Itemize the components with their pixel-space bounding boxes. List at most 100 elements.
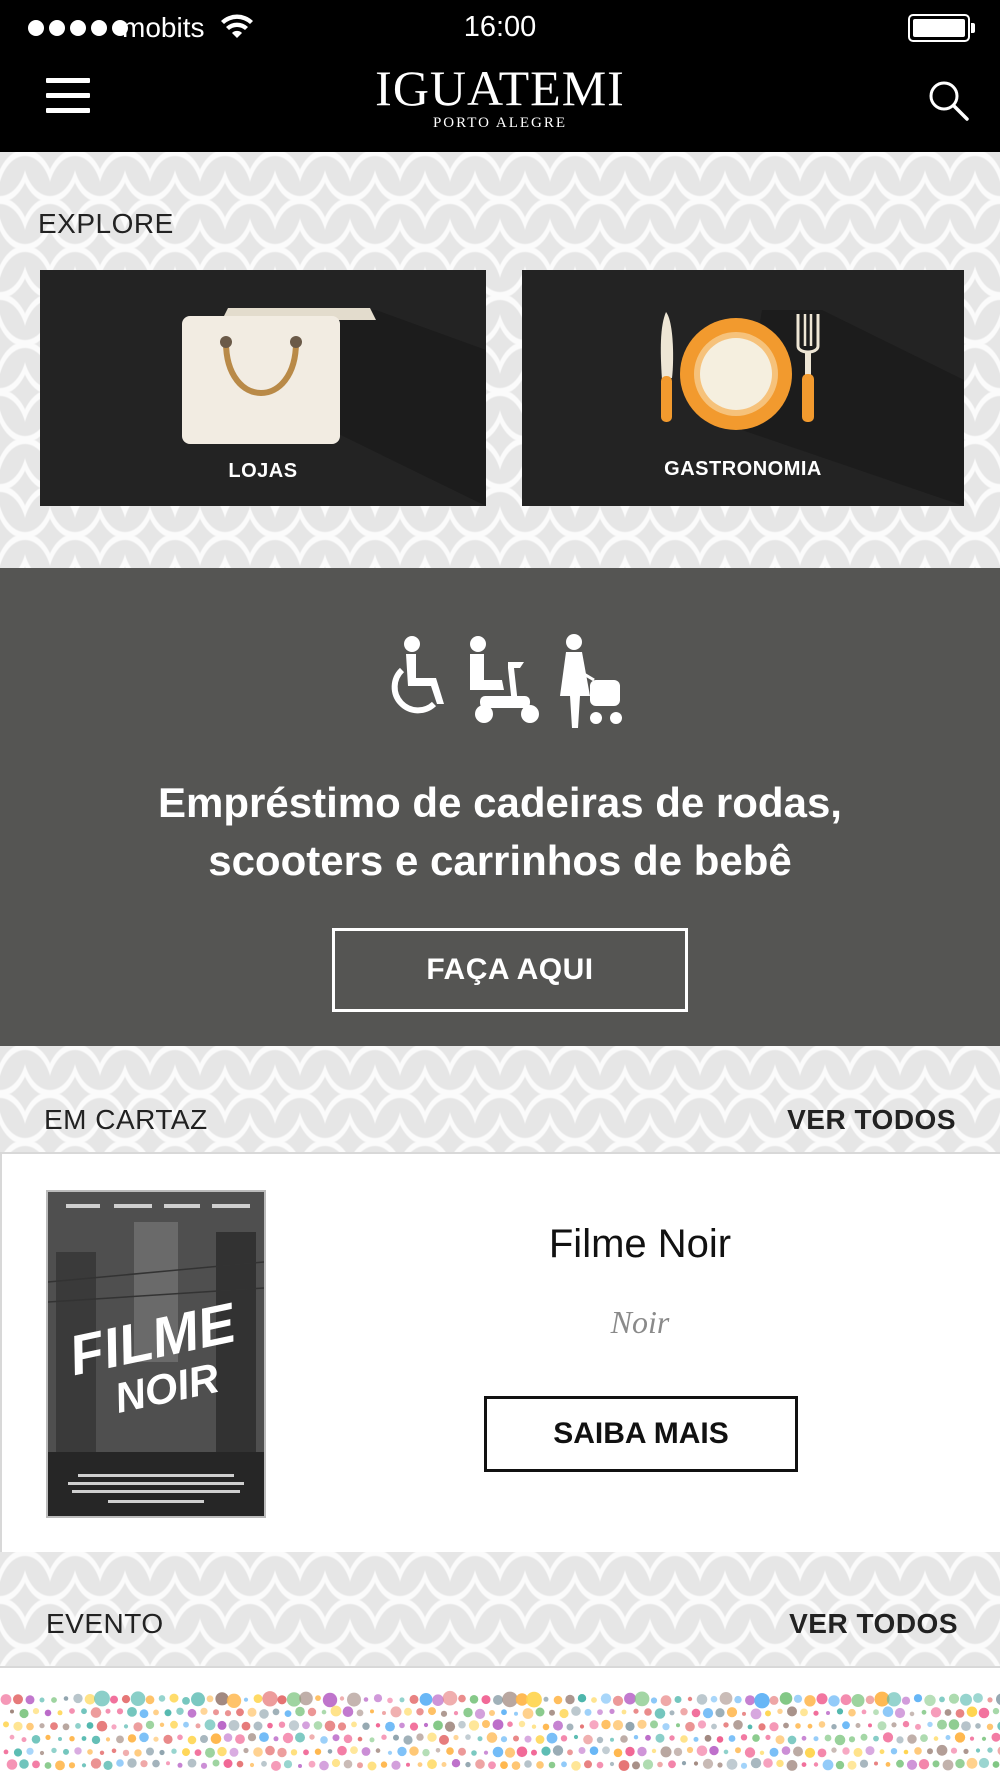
wheelchair-icon <box>395 636 444 710</box>
confetti-dot <box>963 1749 968 1754</box>
confetti-dot <box>866 1746 875 1755</box>
confetti-dot <box>442 1762 447 1767</box>
confetti-dot <box>235 1734 245 1744</box>
confetti-dot <box>433 1721 443 1731</box>
confetti-dot <box>591 1697 597 1703</box>
confetti-dot <box>613 1720 623 1730</box>
confetti-dot <box>92 1736 100 1744</box>
confetti-dot <box>613 1696 623 1706</box>
gastronomia-tile[interactable]: GASTRONOMIA <box>522 270 964 506</box>
mobility-scooter-icon <box>470 636 539 723</box>
confetti-dot <box>134 1749 141 1756</box>
confetti-dot <box>777 1709 782 1714</box>
confetti-dot <box>40 1698 45 1703</box>
confetti-dot <box>620 1735 628 1743</box>
confetti-dot <box>63 1749 69 1755</box>
confetti-dot <box>914 1694 922 1702</box>
confetti-dot <box>127 1758 136 1767</box>
confetti-dot <box>589 1720 598 1729</box>
confetti-dot <box>285 1710 292 1717</box>
confetti-dot <box>248 1708 257 1717</box>
confetti-dot <box>609 1709 614 1714</box>
confetti-dot <box>308 1708 316 1716</box>
confetti-dot <box>657 1762 663 1768</box>
confetti-dot <box>85 1694 96 1705</box>
em-cartaz-ver-todos-link[interactable]: VER TODOS <box>787 1104 956 1136</box>
confetti-dot <box>705 1735 712 1742</box>
confetti-dot <box>961 1721 971 1731</box>
confetti-dot <box>814 1736 819 1741</box>
confetti-dot <box>982 1737 986 1741</box>
confetti-dot <box>410 1723 418 1731</box>
confetti-dot <box>703 1708 713 1718</box>
confetti-dot <box>655 1708 666 1719</box>
confetti-dot <box>583 1735 593 1745</box>
evento-title: EVENTO <box>46 1608 164 1640</box>
confetti-dot <box>685 1722 695 1732</box>
confetti-dot <box>69 1736 74 1741</box>
confetti-dot <box>146 1695 155 1704</box>
confetti-dot <box>547 1733 558 1744</box>
confetti-dot <box>10 1710 14 1714</box>
confetti-dot <box>205 1719 216 1730</box>
confetti-dot <box>878 1721 887 1730</box>
confetti-dot <box>87 1749 93 1755</box>
confetti-dot <box>934 1736 939 1741</box>
confetti-dot <box>883 1706 894 1717</box>
confetti-dot <box>333 1734 340 1741</box>
confetti-dot <box>166 1761 170 1765</box>
confetti-dot <box>404 1708 412 1716</box>
movie-card: FILME NOIR Filme Noir Noir SAIBA MAIS <box>0 1152 1000 1554</box>
confetti-dot <box>139 1733 149 1743</box>
lojas-tile[interactable]: LOJAS <box>40 270 486 506</box>
confetti-dot <box>823 1760 834 1771</box>
confetti-dot <box>635 1692 650 1707</box>
confetti-dot <box>200 1708 207 1715</box>
confetti-dot <box>674 1748 682 1756</box>
confetti-dot <box>625 1722 634 1731</box>
confetti-dot <box>873 1736 879 1742</box>
lojas-label: LOJAS <box>40 460 486 483</box>
confetti-dot <box>493 1747 504 1758</box>
confetti-dot <box>362 1723 369 1730</box>
confetti-dot <box>720 1692 733 1705</box>
confetti-dot <box>507 1721 513 1727</box>
evento-ver-todos-link[interactable]: VER TODOS <box>789 1608 958 1640</box>
confetti-dot <box>723 1722 728 1727</box>
confetti-dot <box>544 1697 549 1702</box>
confetti-dot <box>692 1709 701 1718</box>
confetti-dot <box>493 1719 504 1730</box>
confetti-dot <box>513 1736 519 1742</box>
confetti-dot <box>284 1760 292 1768</box>
confetti-dot <box>19 1759 29 1769</box>
confetti-dot <box>146 1748 154 1756</box>
confetti-dot <box>661 1695 672 1706</box>
confetti-dot <box>770 1748 779 1757</box>
confetti-dot <box>207 1695 214 1702</box>
confetti-dot <box>927 1722 932 1727</box>
confetti-dot <box>465 1762 470 1767</box>
confetti-dot <box>259 1732 269 1742</box>
confetti-dot <box>277 1695 286 1704</box>
confetti-dot <box>651 1697 657 1703</box>
stroller-icon <box>560 634 622 728</box>
confetti-dot <box>32 1761 40 1769</box>
confetti-dot <box>469 1720 479 1730</box>
confetti-dot <box>637 1747 646 1756</box>
confetti-dot <box>13 1694 23 1704</box>
evento-banner[interactable] <box>0 1666 1000 1780</box>
promo-title-line1: Empréstimo de cadeiras de rodas, <box>0 774 1000 832</box>
search-icon[interactable] <box>924 76 972 124</box>
saiba-mais-button[interactable]: SAIBA MAIS <box>484 1396 798 1472</box>
confetti-dot <box>94 1691 110 1707</box>
confetti-dot <box>776 1760 783 1767</box>
confetti-dot <box>178 1763 183 1768</box>
confetti-dot <box>33 1708 39 1714</box>
confetti-pattern <box>0 1668 1000 1780</box>
movie-poster[interactable]: FILME NOIR <box>46 1190 266 1518</box>
confetti-dot <box>717 1762 722 1767</box>
movie-title: Filme Noir <box>492 1222 788 1267</box>
confetti-dot <box>273 1709 280 1716</box>
faca-aqui-button[interactable]: FAÇA AQUI <box>332 928 688 1012</box>
confetti-dot <box>526 1692 542 1708</box>
